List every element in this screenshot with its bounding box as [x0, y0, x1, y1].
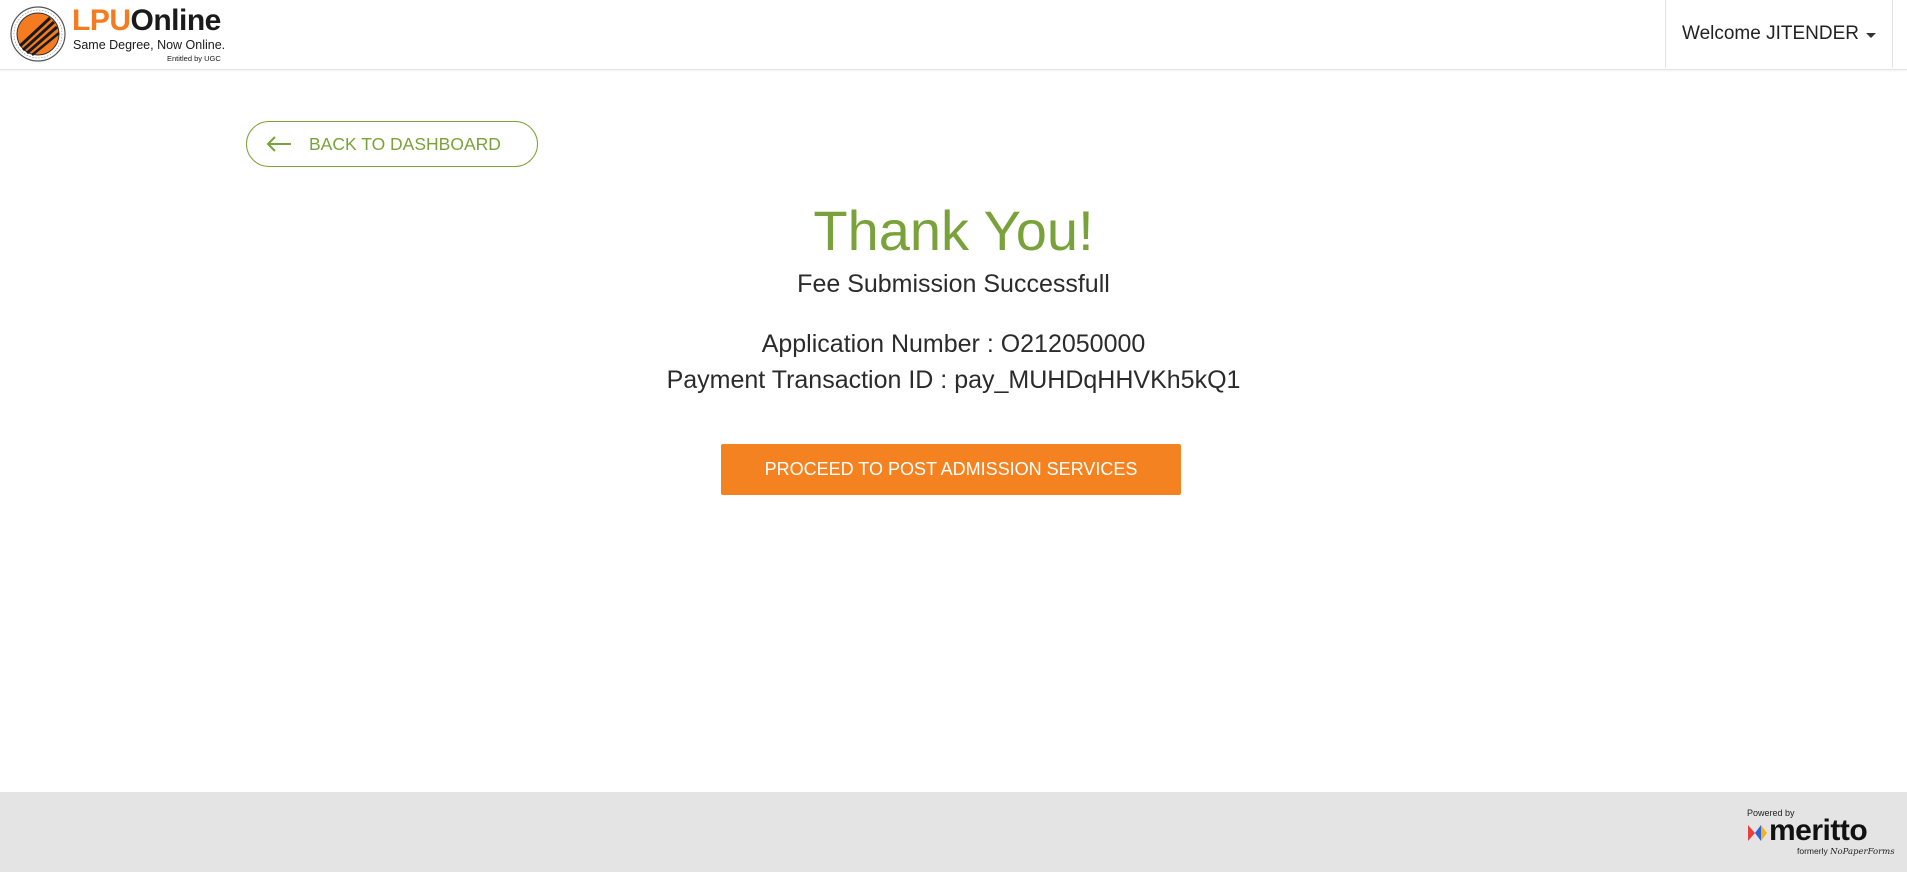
page: LPUOnline Same Degree, Now Online. Entit…: [0, 0, 1907, 872]
logo-brand-lpu: LPU: [72, 4, 131, 37]
powered-by-meritto[interactable]: Powered by meritto formerly NoPaperForms: [1747, 808, 1895, 858]
footer: Powered by meritto formerly NoPaperForms: [0, 792, 1907, 872]
thank-you-heading: Thank You!: [813, 199, 1094, 262]
caret-down-icon: [1866, 33, 1876, 38]
lpu-online-logo[interactable]: LPUOnline Same Degree, Now Online. Entit…: [10, 4, 230, 64]
formerly-name: NoPaperForms: [1830, 847, 1895, 857]
formerly-prefix: formerly: [1797, 846, 1828, 856]
welcome-label: Welcome JITENDER: [1681, 23, 1859, 44]
meritto-logo-icon: [1748, 825, 1767, 841]
confirmation-panel: Thank You! Fee Submission Successfull Ap…: [0, 196, 1907, 398]
back-to-dashboard-button[interactable]: BACK TO DASHBOARD: [246, 121, 538, 167]
application-number: Application Number : O212050000: [761, 330, 1146, 358]
payment-transaction-id: Payment Transaction ID : pay_MUHDqHHVKh5…: [666, 366, 1241, 394]
user-menu-dropdown[interactable]: Welcome JITENDER: [1665, 0, 1893, 68]
logo-subline: Entitled by UGC: [167, 54, 221, 63]
logo-wordmark: LPUOnline: [72, 4, 221, 38]
proceed-button-label: PROCEED TO POST ADMISSION SERVICES: [764, 459, 1138, 479]
proceed-post-admission-button[interactable]: PROCEED TO POST ADMISSION SERVICES: [721, 444, 1181, 495]
back-to-dashboard-label: BACK TO DASHBOARD: [309, 133, 501, 154]
lpu-emblem-icon: [10, 6, 66, 62]
logo-tagline: Same Degree, Now Online.: [73, 38, 226, 52]
meritto-wordmark: meritto: [1769, 814, 1868, 847]
top-header: LPUOnline Same Degree, Now Online. Entit…: [0, 0, 1907, 70]
arrow-left-icon: [266, 136, 291, 152]
fee-status-message: Fee Submission Successfull: [797, 270, 1110, 298]
formerly-nopaperforms: formerly NoPaperForms: [1797, 846, 1895, 857]
logo-brand-online: Online: [130, 4, 222, 37]
